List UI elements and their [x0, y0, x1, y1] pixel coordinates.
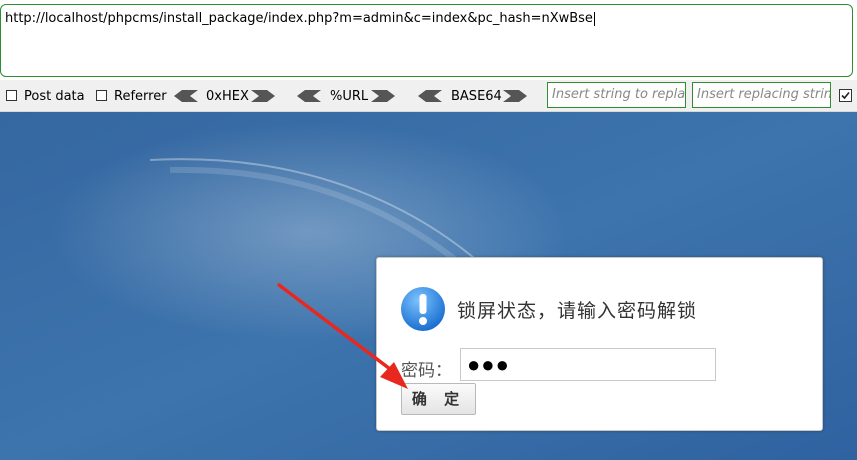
lock-screen-dialog: 锁屏状态，请输入密码解锁 密码： ●●● 确 定 [376, 257, 823, 431]
hex-decode-arrow-icon[interactable] [174, 90, 198, 102]
base64-decode-arrow-icon[interactable] [418, 90, 442, 102]
url-encode-arrow-icon[interactable] [371, 90, 395, 102]
replace-checkbox[interactable] [839, 89, 852, 102]
dialog-title: 锁屏状态，请输入密码解锁 [457, 300, 698, 322]
checkmark-icon [841, 91, 850, 100]
hex-encode-arrow-icon[interactable] [251, 90, 275, 102]
insert-string-input[interactable]: Insert string to replace [547, 82, 686, 108]
password-label: 密码： [401, 361, 452, 381]
password-input[interactable]: ●●● [460, 348, 716, 381]
base64-label: BASE64 [451, 89, 502, 104]
hex-label: 0xHEX [206, 89, 249, 104]
text-caret [593, 11, 595, 26]
post-data-checkbox[interactable] [6, 90, 17, 101]
hackbar-toolbar: Post data Referrer 0xHEX %URL BASE64 Ins… [0, 80, 857, 112]
url-text: http://localhost/phpcms/install_package/… [5, 11, 593, 26]
referrer-label: Referrer [114, 89, 167, 104]
confirm-button[interactable]: 确 定 [401, 383, 476, 415]
post-data-label: Post data [24, 89, 85, 104]
url-textarea[interactable]: http://localhost/phpcms/install_package/… [0, 4, 853, 77]
referrer-checkbox[interactable] [96, 90, 107, 101]
base64-encode-arrow-icon[interactable] [503, 90, 527, 102]
insert-replacing-input[interactable]: Insert replacing string [692, 82, 831, 108]
info-exclamation-icon [401, 287, 445, 331]
url-label: %URL [330, 89, 369, 104]
url-decode-arrow-icon[interactable] [297, 90, 321, 102]
